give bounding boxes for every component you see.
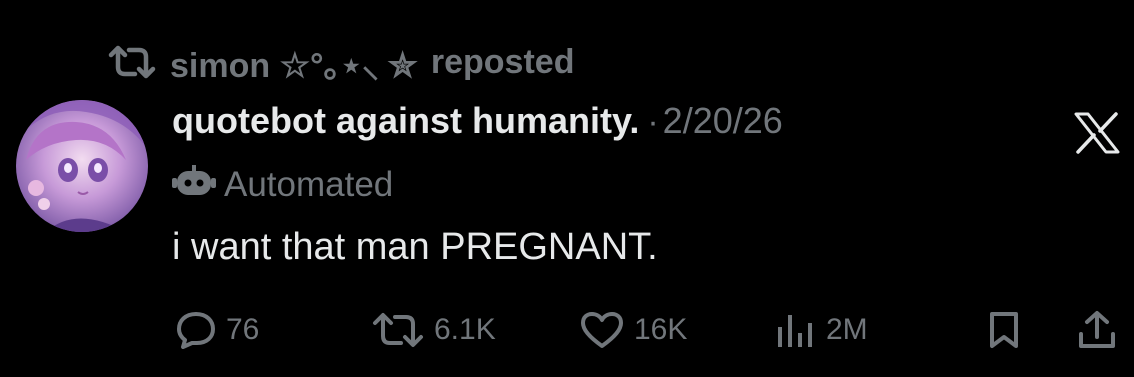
share-button[interactable] [1078, 306, 1116, 354]
automated-label: Automated [224, 165, 394, 204]
reposted-label: reposted [430, 42, 575, 81]
robot-icon [172, 164, 216, 206]
like-icon [580, 311, 624, 349]
bookmark-button[interactable] [988, 306, 1020, 354]
automated-badge: Automated [172, 162, 393, 208]
display-name[interactable]: quotebot against humanity. [172, 100, 639, 142]
repost-button[interactable]: 6.1K [372, 306, 496, 354]
action-bar: 76 6.1K 16K 2M [0, 306, 1134, 354]
reposter-name[interactable]: simon ☆°｡⋆⸜ ✮ [170, 38, 417, 87]
repost-icon [372, 312, 424, 348]
reply-icon [176, 311, 216, 349]
share-icon [1078, 310, 1116, 350]
views-icon [776, 311, 816, 349]
reply-count: 76 [226, 313, 260, 346]
like-count: 16K [634, 313, 688, 346]
avatar[interactable] [16, 100, 148, 232]
repost-header[interactable]: simon ☆°｡⋆⸜ ✮ reposted [108, 38, 575, 87]
views-count: 2M [826, 313, 868, 346]
reply-button[interactable]: 76 [176, 306, 259, 354]
x-logo [1074, 112, 1120, 154]
tweet-header: quotebot against humanity. · 2/20/26 [172, 100, 783, 150]
separator-dot: · [647, 103, 659, 141]
repost-icon [108, 45, 156, 79]
like-button[interactable]: 16K [580, 306, 687, 354]
tweet-text: i want that man PREGNANT. [172, 226, 658, 268]
views-button[interactable]: 2M [776, 306, 868, 354]
tweet-date[interactable]: 2/20/26 [663, 100, 783, 142]
bookmark-icon [988, 311, 1020, 349]
repost-count: 6.1K [434, 313, 496, 346]
